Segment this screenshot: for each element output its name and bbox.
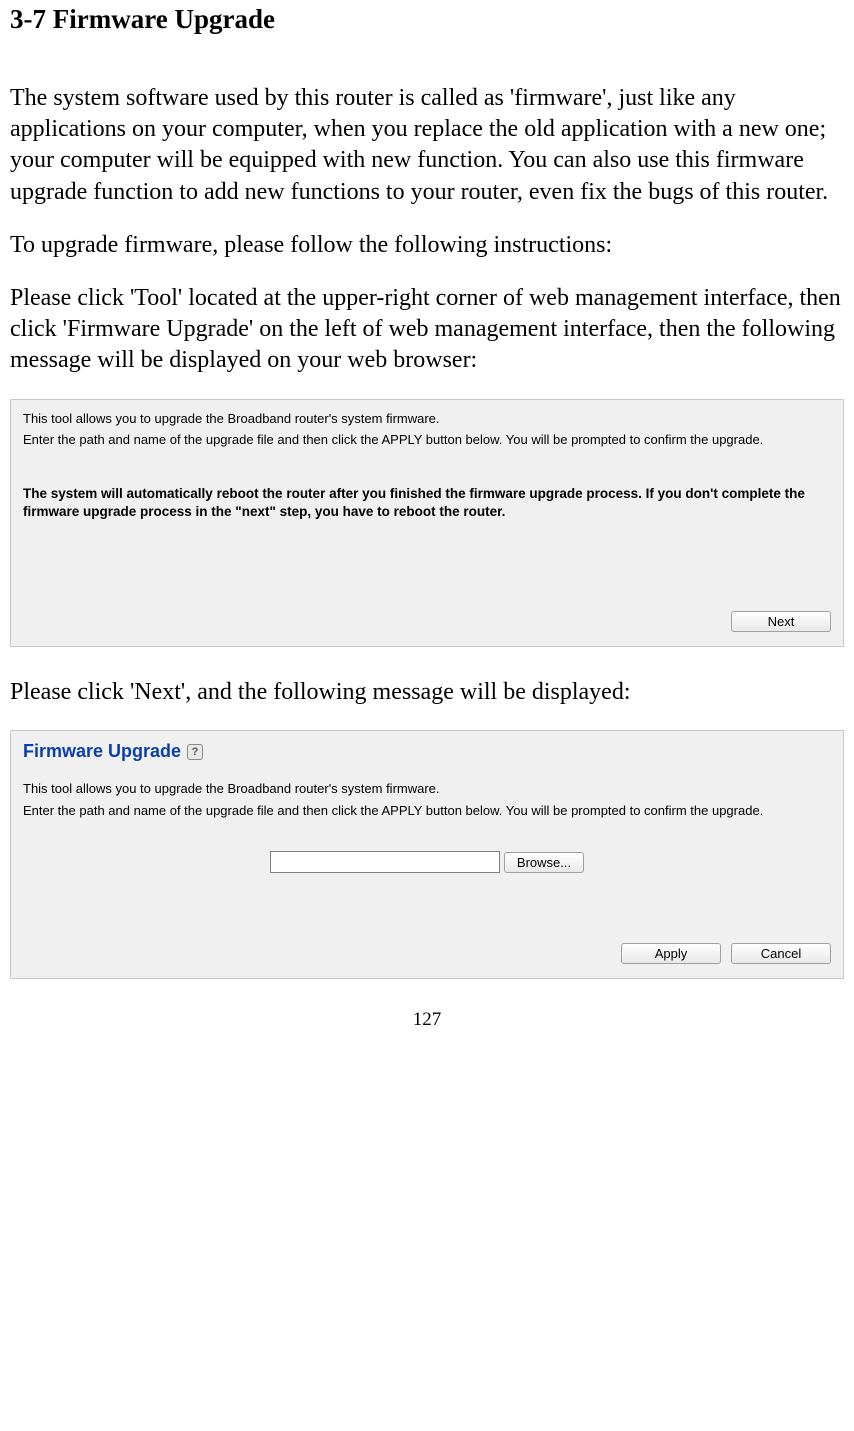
panel1-line2: Enter the path and name of the upgrade f… xyxy=(23,431,831,449)
instruction-lead: To upgrade firmware, please follow the f… xyxy=(10,230,844,261)
section-heading: 3-7 Firmware Upgrade xyxy=(10,4,844,35)
panel2-line2: Enter the path and name of the upgrade f… xyxy=(23,802,831,820)
apply-button[interactable]: Apply xyxy=(621,943,721,964)
panel2-button-row: Apply Cancel xyxy=(23,943,831,964)
page-number: 127 xyxy=(10,1009,844,1031)
cancel-button[interactable]: Cancel xyxy=(731,943,831,964)
panel1-warning: The system will automatically reboot the… xyxy=(23,485,831,521)
browse-button[interactable]: Browse... xyxy=(504,852,584,873)
panel2-line1: This tool allows you to upgrade the Broa… xyxy=(23,780,831,798)
upgrade-file-input[interactable] xyxy=(270,851,500,873)
firmware-panel-step2: Firmware Upgrade ? This tool allows you … xyxy=(10,730,844,979)
next-paragraph: Please click 'Next', and the following m… xyxy=(10,677,844,708)
panel1-line1: This tool allows you to upgrade the Broa… xyxy=(23,410,831,428)
panel2-title: Firmware Upgrade xyxy=(23,741,181,762)
file-chooser-row: Browse... xyxy=(23,851,831,873)
help-icon[interactable]: ? xyxy=(187,744,203,760)
instruction-paragraph: Please click 'Tool' located at the upper… xyxy=(10,283,844,377)
panel2-title-row: Firmware Upgrade ? xyxy=(23,741,831,762)
panel1-button-row: Next xyxy=(23,611,831,632)
firmware-panel-step1: This tool allows you to upgrade the Broa… xyxy=(10,399,844,648)
intro-paragraph: The system software used by this router … xyxy=(10,83,844,208)
next-button[interactable]: Next xyxy=(731,611,831,632)
